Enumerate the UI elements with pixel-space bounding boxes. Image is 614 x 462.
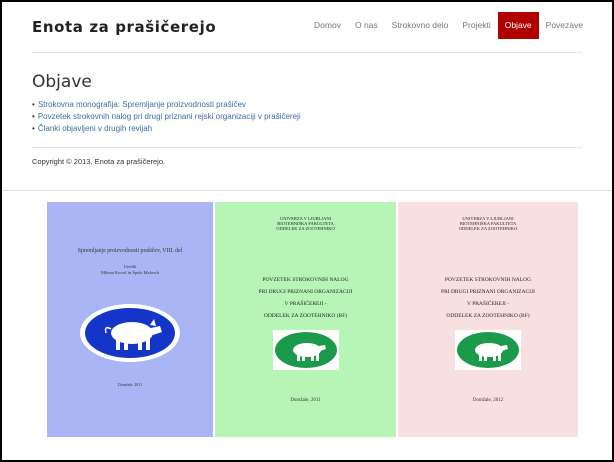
copyright-text: Copyright © 2013, Enota za prašičerejo.	[32, 157, 166, 166]
nav-item-o-nas[interactable]: O nas	[348, 12, 385, 39]
cover-title-line: PRI DRUGI PRIZNANI ORGANIZACIJI	[258, 289, 353, 295]
nav-item-projekti[interactable]: Projekti	[455, 12, 497, 39]
cover-university-line: ODDELEK ZA ZOOTEHNIKO	[276, 226, 335, 231]
cover-place-date: Domžale, 2011	[117, 382, 143, 387]
cover-title-line: V PRAŠIČEREJI -	[284, 301, 327, 307]
cover-title-line: PRI DRUGI PRIZNANI ORGANIZACIJI	[441, 289, 535, 295]
cover-summary-2011[interactable]: UNIVERZA V LJUBLJANI BIOTEHNIŠKA FAKULTE…	[215, 202, 396, 437]
publication-link[interactable]: Povzetek strokovnih nalog pri drugi priz…	[38, 112, 301, 121]
pig-logo-icon	[80, 304, 180, 362]
bullet-icon: •	[32, 112, 35, 121]
cover-title: POVZETEK STROKOVNIH NALOG PRI DRUGI PRIZ…	[398, 274, 578, 322]
nav-item-objave[interactable]: Objave	[497, 12, 539, 39]
cover-place-date: Domžale, 2011	[290, 398, 321, 403]
list-item: • Članki objavljeni v drugih revijah	[32, 123, 301, 135]
nav-item-domov[interactable]: Domov	[307, 12, 348, 39]
cover-summary-2012[interactable]: UNIVERZA V LJUBLJANI BIOTEHNIŠKA FAKULTE…	[398, 202, 578, 437]
divider	[32, 52, 582, 53]
pig-logo-icon	[455, 330, 521, 370]
nav-item-povezave[interactable]: Povezave	[539, 12, 590, 39]
publication-link[interactable]: Strokovna monografija: Spremljanje proiz…	[38, 100, 246, 109]
page-title: Objave	[32, 72, 92, 92]
cover-editors: Uredili Milena Kovač in Špela Malovrh	[47, 264, 213, 276]
cover-editors-names: Milena Kovač in Špela Malovrh	[101, 270, 159, 275]
publications-list: • Strokovna monografija: Spremljanje proi…	[32, 99, 301, 135]
cover-university: UNIVERZA V LJUBLJANI BIOTEHNIŠKA FAKULTE…	[398, 216, 578, 231]
cover-monograph[interactable]: Spremljanje proizvodnosti prašičev, VIII…	[47, 202, 213, 437]
cover-place-date: Domžale, 2012	[472, 398, 504, 403]
list-item: • Povzetek strokovnih nalog pri drugi pri…	[32, 111, 301, 123]
cover-university-line: ODDELEK ZA ZOOTEHNIKO	[458, 226, 518, 231]
browser-frame: Enota za prašičerejo Domov O nas Strokov…	[0, 0, 614, 462]
cover-university: UNIVERZA V LJUBLJANI BIOTEHNIŠKA FAKULTE…	[215, 216, 396, 231]
cover-title: Spremljanje proizvodnosti prašičev, VIII…	[77, 248, 183, 254]
cover-title: POVZETEK STROKOVNIH NALOG PRI DRUGI PRIZ…	[215, 274, 396, 322]
divider	[32, 147, 582, 148]
site-title[interactable]: Enota za prašičerejo	[32, 18, 216, 36]
cover-title-line: V PRAŠIČEREJI -	[466, 301, 510, 307]
cover-title-line: ODDELEK ZA ZOOTEHNIKO (BF)	[446, 313, 530, 319]
bullet-icon: •	[32, 124, 35, 133]
cover-title-line: POVZETEK STROKOVNIH NALOG	[262, 277, 349, 283]
bullet-icon: •	[32, 100, 35, 109]
cover-title-line: ODDELEK ZA ZOOTEHNIKO (BF)	[263, 313, 348, 319]
main-nav: Domov O nas Strokovno delo Projekti Obja…	[307, 12, 590, 39]
list-item: • Strokovna monografija: Spremljanje proi…	[32, 99, 301, 111]
publication-link[interactable]: Članki objavljeni v drugih revijah	[38, 124, 152, 133]
cover-title-line: POVZETEK STROKOVNIH NALOG	[444, 277, 532, 283]
page-header-area: Enota za prašičerejo Domov O nas Strokov…	[2, 2, 612, 191]
publication-covers: Spremljanje proizvodnosti prašičev, VIII…	[47, 202, 579, 437]
nav-item-strokovno-delo[interactable]: Strokovno delo	[385, 12, 456, 39]
pig-logo-icon	[272, 330, 339, 370]
